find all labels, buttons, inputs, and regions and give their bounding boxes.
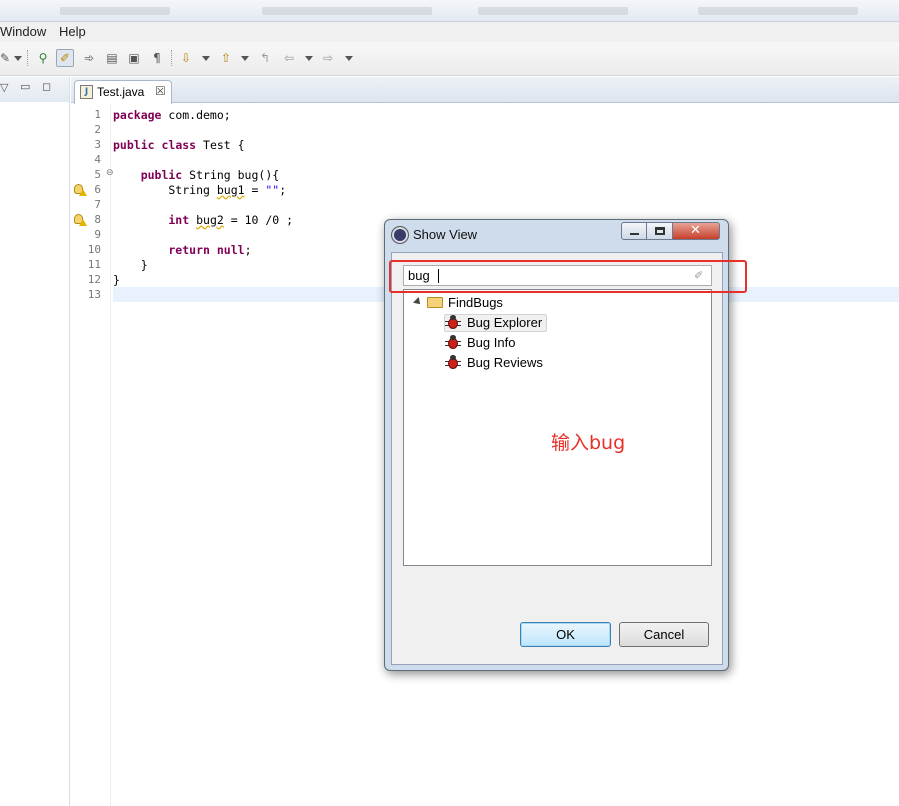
dialog-body: bug ✐ FindBugs Bug Explorer Bug Info Bug… [391,252,723,665]
menu-bar: Window Help [0,22,899,42]
next-annotation-icon[interactable]: ➾ [80,49,98,67]
tree-item-bug-reviews[interactable]: Bug Reviews [404,354,704,372]
toolbar-separator [171,50,172,66]
bug-icon [445,355,461,371]
next-annotation-dropdown[interactable] [202,56,210,61]
last-edit-location-icon[interactable]: ↰ [256,49,274,67]
code-line: int bug2 = 10 /0 ; [113,213,294,227]
dialog-title: Show View [413,227,478,242]
forward-icon[interactable]: ⇨ [319,49,337,67]
minimize-icon [630,233,639,235]
line-number: 3 [94,138,101,151]
tree-category-label: FindBugs [448,295,503,310]
maximize-icon[interactable]: ◻ [42,80,51,93]
warning-icon[interactable] [74,184,87,196]
folder-open-icon [427,297,443,308]
line-number: 8 [94,213,101,226]
line-number: 11 [87,258,101,271]
line-number: 5 [94,168,101,181]
maximize-button[interactable] [647,222,673,240]
back-icon[interactable]: ⇦ [280,49,298,67]
line-number: 9 [94,228,101,241]
editor-tab-bar: J Test.java ☒ [71,77,899,104]
taskbar-strip [0,0,899,22]
block-selection-icon[interactable]: ▤ [103,49,121,67]
toolbar-separator [27,50,28,66]
minimize-icon[interactable]: ▭ [20,80,30,93]
open-type-icon[interactable]: ⚲ [34,49,52,67]
code-line: package com.demo; [113,108,231,122]
back-dropdown[interactable] [305,56,313,61]
show-whitespace-icon[interactable]: ¶ [148,49,166,67]
close-icon: ✕ [690,223,701,238]
left-view-panel: ▽ ▭ ◻ [0,77,70,806]
tab-test-java[interactable]: J Test.java ☒ [74,80,172,104]
line-number: 4 [94,153,101,166]
annotation-label: 输入bug [551,432,626,454]
tree-item-label: Bug Reviews [467,355,543,370]
java-file-icon: J [80,85,93,99]
menu-window[interactable]: Window [0,24,46,39]
line-number: 6 [94,183,101,196]
code-line: String bug1 = ""; [113,183,287,197]
new-wizard-icon[interactable]: ✎ [0,49,14,67]
line-number: 12 [87,273,101,286]
bug-icon [445,315,461,331]
next-annotation-down-icon[interactable]: ⇩ [177,49,195,67]
code-line: } [113,273,120,287]
toolbar: ✎ ⚲ ✐ ➾ ▤ ▣ ¶ ⇩ ⇧ ↰ ⇦ ⇨ [0,42,899,76]
tree-item-label: Bug Explorer [467,315,543,330]
forward-dropdown[interactable] [345,56,353,61]
code-line: return null; [113,243,252,257]
bug-icon [445,335,461,351]
tree-item-label: Bug Info [467,335,516,350]
code-line: public String bug(){ [113,168,280,182]
annotation-highlight-box [389,260,747,293]
close-icon[interactable]: ☒ [155,84,166,98]
eclipse-icon [392,227,408,243]
view-menu-icon[interactable]: ▽ [0,81,8,94]
warning-icon[interactable] [74,214,87,226]
menu-help[interactable]: Help [59,24,86,39]
close-button[interactable]: ✕ [673,222,720,240]
annotation-ruler [71,104,87,806]
prev-annotation-icon[interactable]: ⇧ [217,49,235,67]
dialog-title-bar[interactable]: Show View ✕ [385,220,728,252]
line-number: 1 [94,108,101,121]
tree-item-bug-info[interactable]: Bug Info [404,334,704,352]
minimize-button[interactable] [621,222,647,240]
line-number: 2 [94,123,101,136]
line-number: 10 [87,243,101,256]
expand-triangle-icon[interactable] [413,297,423,307]
toggle-breadcrumb-icon[interactable]: ▣ [125,49,143,67]
tab-title: Test.java [97,85,145,99]
mark-occurrences-icon[interactable]: ✐ [56,49,74,67]
cancel-button[interactable]: Cancel [619,622,709,647]
left-panel-header: ▽ ▭ ◻ [0,77,69,102]
maximize-icon [655,227,665,235]
tree-item-bug-explorer[interactable]: Bug Explorer [404,314,704,332]
prev-annotation-dropdown[interactable] [241,56,249,61]
line-number: 13 [87,288,101,301]
code-line: } [113,258,148,272]
line-number: 7 [94,198,101,211]
ok-button[interactable]: OK [520,622,611,647]
line-number-ruler: 1 2 3 4 5 ⊖ 6 7 8 9 10 11 12 13 [87,104,114,806]
code-line: public class Test { [113,138,245,152]
new-dropdown-arrow[interactable] [14,56,22,61]
tree-category-findbugs[interactable]: FindBugs [404,294,704,312]
